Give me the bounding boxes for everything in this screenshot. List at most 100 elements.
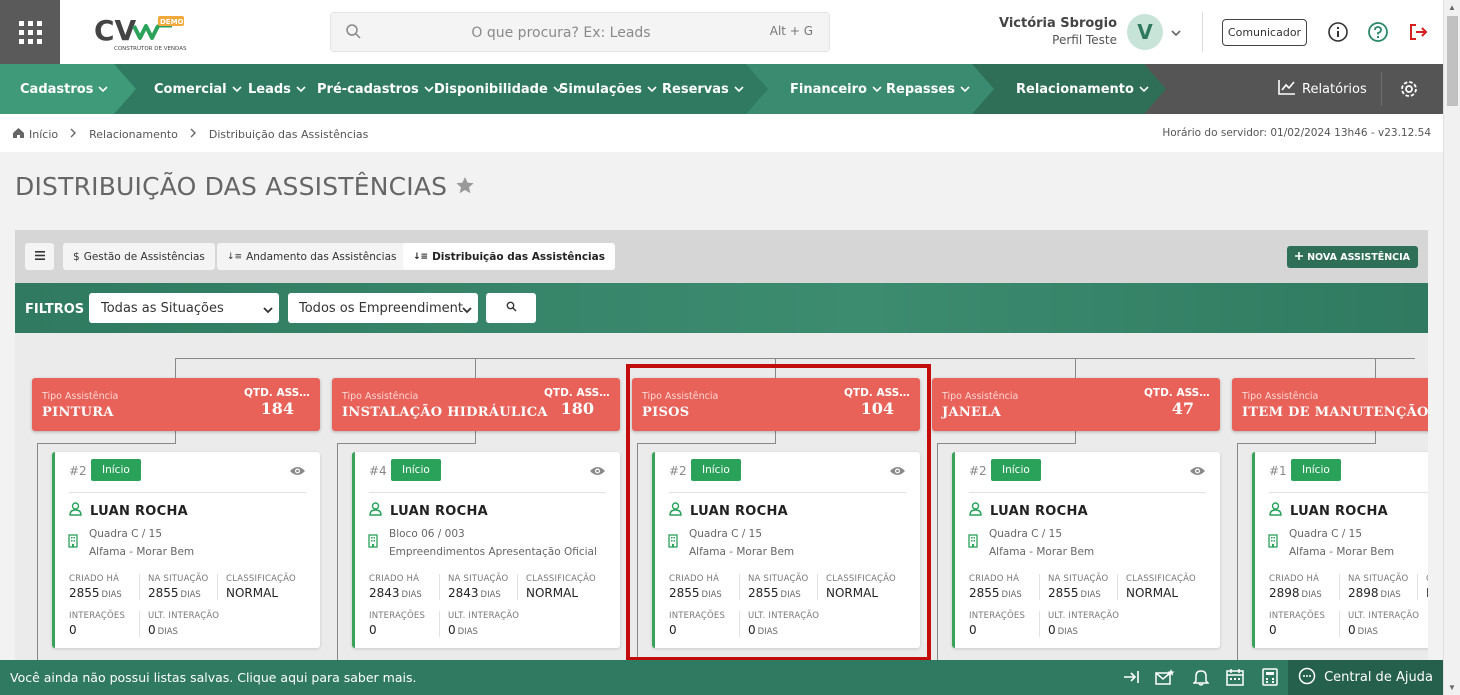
search-shortcut: Alt + G — [769, 24, 813, 38]
nav-repasses[interactable]: Repasses — [886, 64, 970, 114]
development-select[interactable]: Todos os Empreendiment — [288, 293, 478, 323]
breadcrumb: Início Relacionamento Distribuição das A… — [12, 127, 368, 142]
assistance-card[interactable]: #2 Início LUAN ROCHA Quadra C / 15 Alfam… — [952, 452, 1220, 648]
nav-pre-cadastros[interactable]: Pré-cadastros — [317, 64, 434, 114]
bell-icon[interactable] — [1192, 668, 1210, 691]
unit: Quadra C / 15 — [89, 528, 163, 540]
eye-icon[interactable] — [1189, 464, 1206, 482]
status-badge: Início — [91, 459, 141, 481]
quantity-value: 104 — [860, 399, 894, 418]
column-header[interactable]: Tipo Assistência ITEM DE MANUTENÇÃO QTD.… — [1232, 378, 1428, 431]
stat-created: CRIADO HÁ 2898 DIAS — [1269, 574, 1322, 600]
client[interactable]: LUAN ROCHA — [969, 502, 1088, 520]
communicator-button[interactable]: Comunicador — [1222, 19, 1307, 46]
client[interactable]: LUAN ROCHA — [69, 502, 188, 520]
chevron-down-icon — [1139, 82, 1149, 97]
dollar-icon: $ — [73, 250, 80, 263]
eye-icon[interactable] — [589, 464, 606, 482]
nav-reports[interactable]: Relatórios — [1278, 64, 1367, 114]
help-center-button[interactable]: Central de Ajuda — [1288, 660, 1443, 695]
eye-icon[interactable] — [289, 464, 306, 482]
assistance-card[interactable]: #2 Início LUAN ROCHA Quadra C / 15 Alfam… — [652, 452, 920, 648]
unit: Quadra C / 15 — [1289, 528, 1363, 540]
nav-disponibilidade[interactable]: Disponibilidade — [434, 64, 563, 114]
breadcrumb-current: Distribuição das Assistências — [208, 128, 369, 141]
tab-andamento-assistencias[interactable]: ↓≡ Andamento das Assistências — [217, 243, 407, 270]
chevron-down-icon — [232, 82, 242, 97]
breadcrumb-bar: Início Relacionamento Distribuição das A… — [0, 114, 1443, 152]
column-header[interactable]: Tipo Assistência JANELA QTD. ASSISTÊNCIA… — [932, 378, 1220, 431]
nav-simulacoes[interactable]: Simulações — [559, 64, 657, 114]
avatar[interactable]: V — [1127, 14, 1163, 50]
help-icon[interactable] — [1367, 21, 1389, 48]
apps-menu-button[interactable] — [0, 0, 60, 64]
assistance-card[interactable]: #4 Início LUAN ROCHA Bloco 06 / 003 Empr… — [352, 452, 620, 648]
tab-distribuicao-assistencias[interactable]: ↓≡ Distribuição das Assistências — [403, 243, 615, 270]
bottom-bar: Você ainda não possui listas salvas. Cli… — [0, 660, 1443, 695]
nav-leads[interactable]: Leads — [248, 64, 306, 114]
nav-relacionamento[interactable]: Relacionamento — [1016, 64, 1149, 114]
development: Alfama - Morar Bem — [989, 546, 1095, 558]
search-input[interactable] — [371, 21, 751, 45]
type-label: Tipo Assistência — [342, 391, 419, 402]
saved-lists-message[interactable]: Você ainda não possui listas salvas. Cli… — [10, 670, 416, 685]
hamburger-icon — [34, 250, 45, 263]
stat-in-situation: NA SITUAÇÃO 2898 DIAS — [1339, 574, 1408, 600]
type-name: JANELA — [942, 405, 1002, 420]
development: Alfama - Morar Bem — [1289, 546, 1395, 558]
nav-cadastros[interactable]: Cadastros — [20, 64, 109, 114]
column-header[interactable]: Tipo Assistência PINTURA QTD. ASSISTÊNCI… — [32, 378, 320, 431]
new-assistance-button[interactable]: NOVA ASSISTÊNCIA — [1287, 246, 1418, 268]
chevron-down-icon — [960, 82, 970, 97]
page-scrollbar[interactable]: ▲ ▼ — [1443, 0, 1460, 695]
user-info[interactable]: Victória Sbrogio Perfil Teste — [999, 16, 1117, 47]
client[interactable]: LUAN ROCHA — [669, 502, 788, 520]
filter-search-button[interactable] — [486, 293, 536, 323]
development: Alfama - Morar Bem — [89, 546, 195, 558]
collapse-right-icon[interactable] — [1122, 668, 1140, 691]
calculator-icon[interactable] — [1262, 668, 1278, 691]
divider — [1381, 72, 1382, 106]
svg-text:CONSTRUTOR DE VENDAS: CONSTRUTOR DE VENDAS — [114, 46, 187, 52]
client-name: LUAN ROCHA — [690, 503, 788, 519]
nav-comercial[interactable]: Comercial — [154, 64, 242, 114]
nav-financeiro[interactable]: Financeiro — [790, 64, 882, 114]
logo[interactable]: CV DEMO CONSTRUTOR DE VENDAS — [92, 12, 192, 54]
user-icon — [69, 502, 82, 520]
info-icon[interactable] — [1327, 21, 1349, 48]
user-profile: Perfil Teste — [1052, 33, 1117, 47]
column-header[interactable]: Tipo Assistência PISOS QTD. ASSISTÊNCIAS… — [632, 378, 920, 431]
breadcrumb-home[interactable]: Início — [12, 127, 58, 142]
assistance-card[interactable]: #2 Início LUAN ROCHA Quadra C / 15 Alfam… — [52, 452, 320, 648]
global-search[interactable]: Alt + G — [330, 12, 830, 52]
divider — [669, 492, 906, 493]
scrollbar-thumb[interactable] — [1447, 16, 1458, 106]
client[interactable]: LUAN ROCHA — [369, 502, 488, 520]
calendar-icon[interactable] — [1226, 668, 1244, 691]
menu-toggle-button[interactable] — [25, 243, 54, 270]
chevron-down-icon[interactable] — [1170, 25, 1182, 43]
mail-star-icon[interactable] — [1155, 668, 1175, 691]
gear-icon[interactable] — [1399, 79, 1419, 104]
breadcrumb-relacionamento[interactable]: Relacionamento — [89, 128, 178, 141]
logout-icon[interactable] — [1407, 21, 1429, 48]
situation-select[interactable]: Todas as Situações — [89, 293, 279, 323]
quantity-label: QTD. ASSISTÊNCIAS — [544, 387, 610, 399]
quantity-label: QTD. ASSISTÊNCIAS — [1144, 387, 1210, 399]
divider — [1202, 12, 1203, 52]
assistance-card[interactable]: #1 Início LUAN ROCHA Quadra C / 15 Alfam… — [1252, 452, 1428, 648]
quantity-label: QTD. ASSISTÊNCIAS — [844, 387, 910, 399]
nav-reservas[interactable]: Reservas — [662, 64, 744, 114]
client[interactable]: LUAN ROCHA — [1269, 502, 1388, 520]
tab-gestao-assistencias[interactable]: $ Gestão de Assistências — [63, 243, 215, 270]
chevron-down-icon — [424, 82, 434, 97]
column-header[interactable]: Tipo Assistência INSTALAÇÃO HIDRÁULICA Q… — [332, 378, 620, 431]
chevron-down-icon — [647, 82, 657, 97]
stat-created: CRIADO HÁ 2855 DIAS — [69, 574, 122, 600]
development: Empreendimentos Apresentação Oficial — [389, 546, 597, 558]
star-icon[interactable] — [455, 172, 475, 201]
stat-created: CRIADO HÁ 2855 DIAS — [969, 574, 1022, 600]
user-icon — [969, 502, 982, 520]
stat-in-situation: NA SITUAÇÃO 2855 DIAS — [739, 574, 808, 600]
eye-icon[interactable] — [889, 464, 906, 482]
